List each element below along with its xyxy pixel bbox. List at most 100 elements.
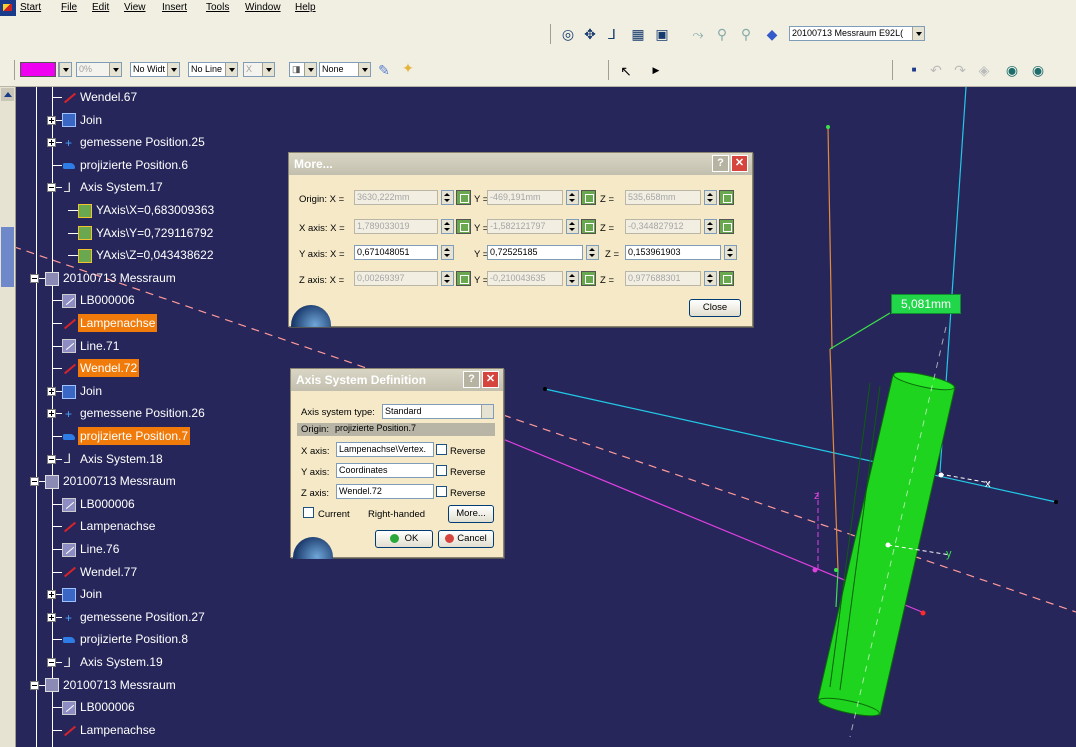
tree-scrollbar[interactable]: [0, 87, 16, 747]
axis-icon[interactable]: ⅃: [604, 26, 620, 42]
tree-item[interactable]: Join: [62, 382, 104, 400]
origin-z-field[interactable]: 535,658mm: [625, 190, 701, 205]
tree-expander[interactable]: [47, 115, 56, 125]
tree-item[interactable]: Lampenachse: [62, 517, 157, 535]
current-checkbox[interactable]: [303, 507, 314, 518]
y-axis-field[interactable]: Coordinates: [336, 463, 434, 478]
app-logo-icon[interactable]: [0, 0, 16, 16]
chevron-down-icon[interactable]: [358, 63, 370, 76]
zaxis-x-field[interactable]: 0,00269397: [354, 271, 438, 286]
pan-icon[interactable]: ✥: [582, 26, 598, 42]
help-icon[interactable]: ?: [712, 155, 729, 172]
origin-y-field[interactable]: -469,191mm: [487, 190, 563, 205]
cube-view-icon[interactable]: ▣: [654, 26, 670, 42]
origin-x-pick-icon[interactable]: [456, 190, 471, 205]
menu-help[interactable]: Help: [295, 2, 316, 13]
tree-item[interactable]: 20100713 Messraum: [45, 472, 178, 490]
line-end-point[interactable]: [543, 387, 547, 391]
x-reverse-checkbox[interactable]: [436, 444, 447, 455]
cancel-button[interactable]: Cancel: [438, 530, 494, 548]
tree-expander[interactable]: [47, 590, 56, 600]
expand-toolbar-icon[interactable]: ▶: [648, 62, 664, 78]
analysis-icon[interactable]: ◉: [1030, 62, 1046, 78]
color-swatch[interactable]: [20, 62, 56, 77]
tree-item[interactable]: Wendel.77: [62, 563, 139, 581]
zaxis-z-spinner[interactable]: [704, 271, 717, 286]
point-icon[interactable]: ■: [906, 62, 922, 78]
tree-item[interactable]: LB000006: [62, 698, 137, 716]
rotate-icon[interactable]: ⤳: [690, 26, 706, 42]
menu-edit[interactable]: Edit: [92, 2, 109, 13]
x-axis-field[interactable]: Lampenachse\Vertex.: [336, 442, 434, 457]
y-reverse-checkbox[interactable]: [436, 465, 447, 476]
zaxis-z-pick-icon[interactable]: [719, 271, 734, 286]
tree-item[interactable]: 20100713 Messraum: [45, 269, 178, 287]
tree-expander[interactable]: [47, 454, 56, 464]
menu-view[interactable]: View: [124, 2, 146, 13]
chevron-down-icon[interactable]: [481, 405, 493, 418]
z-reverse-checkbox[interactable]: [436, 486, 447, 497]
dimension-label[interactable]: 5,081mm: [891, 294, 961, 314]
zaxis-x-pick-icon[interactable]: [456, 271, 471, 286]
properties-icon[interactable]: ✦: [400, 60, 416, 76]
zoom-out-icon[interactable]: ⚲: [738, 26, 754, 42]
yaxis-y-spinner[interactable]: [586, 245, 599, 260]
painter-icon[interactable]: ✎: [376, 62, 392, 78]
chevron-down-icon[interactable]: [109, 63, 121, 76]
close-icon[interactable]: ✕: [482, 371, 499, 388]
tree-item[interactable]: Wendel.67: [62, 88, 139, 106]
tree-expander[interactable]: [47, 138, 56, 148]
tree-expander[interactable]: [30, 477, 39, 487]
zaxis-x-spinner[interactable]: [441, 271, 454, 286]
select-arrow-icon[interactable]: ↖: [618, 63, 634, 79]
tree-item[interactable]: gemessene Position.25: [62, 133, 207, 152]
tree-item[interactable]: Lampenachse: [62, 721, 157, 739]
menu-start[interactable]: Start: [20, 2, 41, 13]
tree-item[interactable]: Join: [62, 585, 104, 603]
red-point[interactable]: [920, 610, 926, 616]
ok-button[interactable]: OK: [375, 530, 433, 548]
tree-item[interactable]: gemessene Position.26: [62, 404, 207, 423]
scroll-up-icon[interactable]: [1, 88, 14, 101]
tree-expander[interactable]: [30, 680, 39, 690]
origin-z-pick-icon[interactable]: [719, 190, 734, 205]
line-width-combo[interactable]: No Widt: [130, 62, 180, 77]
menu-insert[interactable]: Insert: [162, 2, 187, 13]
origin-x-field[interactable]: 3630,222mm: [354, 190, 438, 205]
zaxis-y-pick-icon[interactable]: [581, 271, 596, 286]
xaxis-x-field[interactable]: 1,789033019: [354, 219, 438, 234]
color-combo[interactable]: [58, 62, 72, 77]
chevron-down-icon[interactable]: [225, 63, 237, 76]
more-button[interactable]: More...: [448, 505, 494, 523]
chevron-down-icon[interactable]: [59, 63, 71, 76]
scroll-thumb[interactable]: [1, 227, 14, 287]
redo-icon[interactable]: ↷: [952, 62, 968, 78]
tree-item[interactable]: LB000006: [62, 495, 137, 513]
point-symbol-combo[interactable]: X: [243, 62, 275, 77]
eraser-icon[interactable]: ◈: [976, 62, 992, 78]
more-dialog-titlebar[interactable]: More... ? ✕: [289, 153, 752, 175]
origin-x-spinner[interactable]: [441, 190, 454, 205]
xaxis-y-spinner[interactable]: [566, 219, 579, 234]
tree-item[interactable]: Axis System.19: [62, 653, 165, 672]
origin-point[interactable]: [938, 472, 944, 478]
tree-item[interactable]: Axis System.18: [62, 450, 165, 468]
green-point[interactable]: [834, 568, 838, 572]
xaxis-y-pick-icon[interactable]: [581, 219, 596, 234]
zaxis-z-field[interactable]: 0,977688301: [625, 271, 701, 286]
zoom-icon[interactable]: ⚲: [714, 26, 730, 42]
chevron-down-icon[interactable]: [304, 63, 316, 76]
layer-combo[interactable]: None: [319, 62, 371, 77]
line-type-combo[interactable]: No Line: [188, 62, 238, 77]
xaxis-z-pick-icon[interactable]: [719, 219, 734, 234]
chevron-down-icon[interactable]: [167, 63, 179, 76]
tree-item[interactable]: Axis System.17: [62, 178, 165, 197]
render-style-combo[interactable]: ◨: [289, 62, 317, 77]
axis-dialog-titlebar[interactable]: Axis System Definition ? ✕: [291, 369, 503, 391]
tree-expander[interactable]: [30, 273, 39, 283]
origin-z-spinner[interactable]: [704, 190, 717, 205]
zaxis-y-field[interactable]: -0,210043635: [487, 271, 563, 286]
yaxis-x-spinner[interactable]: [441, 245, 454, 260]
xaxis-z-spinner[interactable]: [704, 219, 717, 234]
tree-item[interactable]: Wendel.72: [62, 359, 140, 378]
